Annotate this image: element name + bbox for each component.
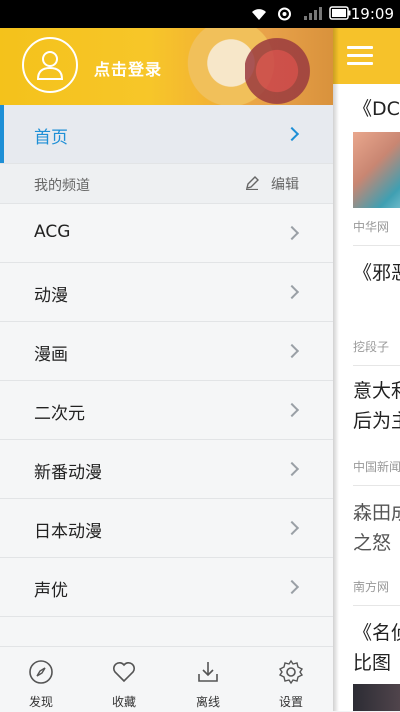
channel-item[interactable]: 日本动漫 [0, 499, 333, 558]
tab-offline[interactable]: 离线 [178, 659, 238, 710]
battery-icon [329, 6, 351, 20]
divider [353, 245, 400, 246]
feed-item-thumbnail[interactable] [353, 684, 400, 711]
login-link[interactable]: 点击登录 [94, 56, 162, 80]
signal-icon [304, 7, 322, 20]
tab-settings[interactable]: 设置 [261, 659, 321, 710]
feed-item-title[interactable]: 《DC [353, 94, 400, 124]
nav-item-home-label: 首页 [34, 128, 68, 148]
feed-item-title[interactable]: 《邪恶 [353, 258, 400, 288]
feed-item-source: 挖段子 [353, 340, 390, 354]
channel-label: 漫画 [34, 345, 68, 365]
feed-item-title[interactable]: 《名侦 [353, 618, 400, 648]
nav-item-home[interactable]: 首页 [0, 105, 333, 164]
pencil-icon[interactable] [245, 176, 259, 190]
user-icon [36, 51, 64, 80]
active-indicator [0, 105, 4, 163]
channel-item[interactable]: 漫画 [0, 322, 333, 381]
channels-section-header: 我的频道 编辑 [0, 164, 333, 204]
feed-item-title[interactable]: 意大利 [353, 376, 400, 406]
channel-label: 动漫 [34, 286, 68, 306]
tab-settings-label: 设置 [278, 695, 303, 709]
divider [353, 485, 400, 486]
feed-item-source: 中华网 [353, 220, 390, 234]
feed-item-source: 南方网 [353, 580, 390, 594]
status-bar: 19:09 [0, 0, 400, 28]
drawer-shadow [333, 28, 339, 711]
chevron-right-icon [284, 126, 300, 142]
chevron-right-icon [284, 579, 300, 595]
feed-item-source: 中国新闻 [353, 460, 400, 474]
channel-item[interactable]: 声优 [0, 558, 333, 617]
compass-icon [29, 660, 53, 684]
channel-label: ACG [34, 222, 71, 242]
chevron-right-icon [284, 402, 300, 418]
avatar[interactable] [22, 37, 78, 93]
channel-label: 二次元 [34, 404, 85, 424]
tab-favorites[interactable]: 收藏 [94, 659, 154, 710]
divider [353, 605, 400, 606]
tab-favorites-label: 收藏 [111, 695, 136, 709]
channel-item[interactable]: 动漫 [0, 263, 333, 322]
status-time: 19:09 [350, 5, 394, 23]
hamburger-icon[interactable] [347, 46, 373, 70]
edit-channels-button[interactable]: 编辑 [271, 174, 299, 194]
wifi-icon [252, 9, 266, 20]
chevron-right-icon [284, 225, 300, 241]
channel-item[interactable]: 新番动漫 [0, 440, 333, 499]
feed-topbar [333, 28, 400, 84]
navigation-drawer: 点击登录 首页 我的频道 编辑 ACG 动漫 漫画 二次元 新番动漫 日本动漫 [0, 28, 333, 712]
feed-item-title[interactable]: 之怒 [353, 528, 391, 558]
tab-discover-label: 发现 [28, 695, 53, 709]
alarm-icon [278, 7, 291, 21]
download-icon [198, 662, 218, 682]
divider [353, 365, 400, 366]
drawer-header: 点击登录 [0, 28, 333, 105]
bottom-toolbar: 发现 收藏 离线 设置 [0, 646, 333, 712]
heart-icon [113, 662, 135, 683]
section-title: 我的频道 [34, 178, 90, 194]
news-feed: 《DC 中华网 《邪恶 挖段子 意大利 后为主 中国新闻 森田成 之怒 南方网 … [333, 28, 400, 711]
feed-item-title[interactable]: 比图 [353, 648, 391, 678]
channel-item[interactable]: ACG [0, 204, 333, 263]
channel-item[interactable]: 二次元 [0, 381, 333, 440]
channel-label: 日本动漫 [34, 522, 102, 542]
channel-label: 声优 [34, 581, 68, 601]
feed-item-thumbnail[interactable] [353, 132, 400, 208]
feed-item-title[interactable]: 后为主 [353, 406, 400, 436]
gear-icon [278, 659, 304, 685]
chevron-right-icon [284, 461, 300, 477]
chevron-right-icon [284, 343, 300, 359]
tab-discover[interactable]: 发现 [11, 659, 71, 710]
chevron-right-icon [284, 284, 300, 300]
header-illustration-detail [245, 36, 325, 105]
channel-label: 新番动漫 [34, 463, 102, 483]
tab-offline-label: 离线 [195, 695, 220, 709]
feed-item-title[interactable]: 森田成 [353, 498, 400, 528]
chevron-right-icon [284, 520, 300, 536]
